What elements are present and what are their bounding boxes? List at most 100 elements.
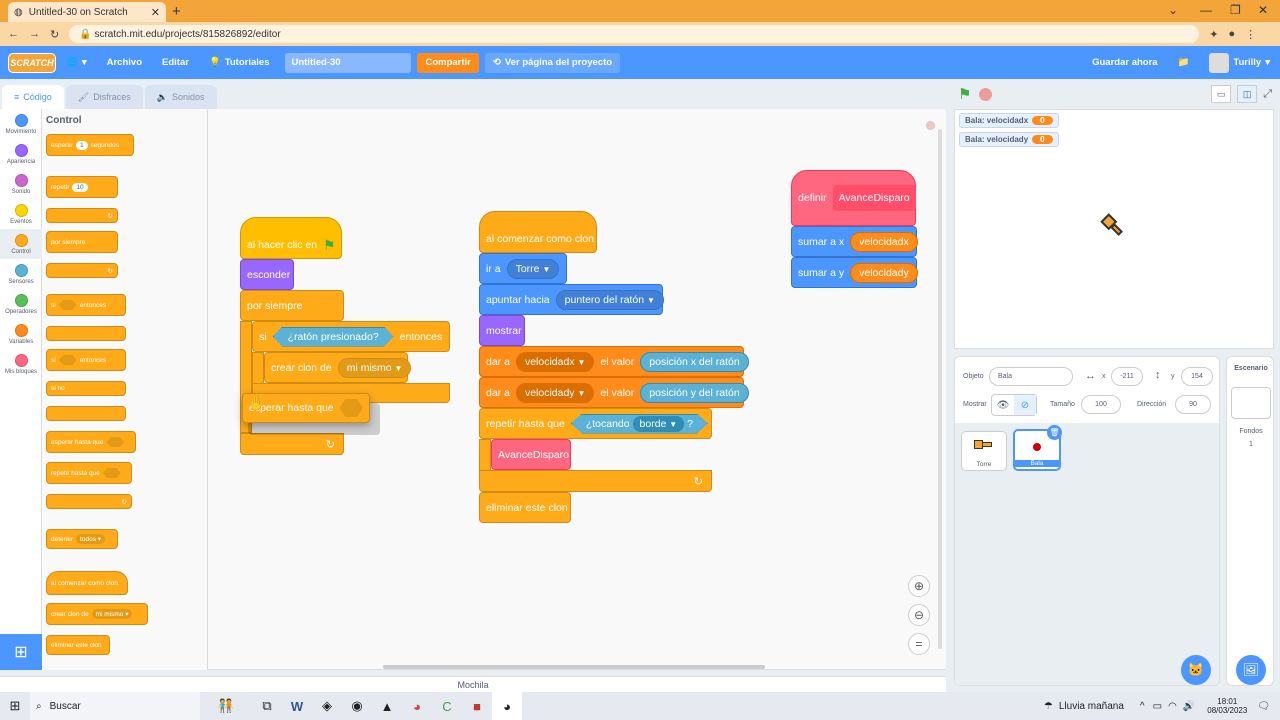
weather-widget[interactable]: ☂ Lluvia mañana [1044, 701, 1124, 712]
palette-block-wait[interactable]: esperar 1 segundos [46, 134, 134, 156]
blender-icon[interactable]: ◉ [342, 692, 372, 720]
palette-block-repeat-until[interactable]: repetir hasta que [46, 462, 132, 484]
change-x-block[interactable]: sumar a x velocidadx [791, 226, 918, 257]
set-velocidadx-block[interactable]: dar a velocidadx ▼ el valor posición x del … [479, 346, 749, 377]
share-button[interactable]: Compartir [417, 52, 479, 73]
category-sensores[interactable]: Sensores [0, 259, 42, 289]
extensions-icon[interactable]: ✦ [1209, 28, 1218, 41]
category-control[interactable]: Control [0, 229, 42, 259]
tutorials-menu[interactable]: 💡 Tutoriales [199, 57, 280, 68]
delete-sprite-icon[interactable]: 🗑 [1047, 425, 1062, 440]
cannon-sprite[interactable] [1096, 209, 1130, 243]
category-operadores[interactable]: Operadores [0, 289, 42, 319]
bool-slot[interactable] [58, 300, 77, 310]
menu-icon[interactable]: ⋮ [1245, 28, 1256, 41]
chevron-up-icon[interactable]: ^ [1140, 701, 1145, 712]
clock[interactable]: 18:01 08/03/2023 [1207, 697, 1247, 715]
green-flag-icon[interactable]: ⚑ [958, 85, 971, 103]
palette-block-if[interactable]: si entonces [46, 294, 126, 316]
wifi-icon[interactable]: ◠ [1168, 701, 1177, 712]
browser-tab[interactable]: ◍ Untitled-30 on Scratch ✕ [8, 2, 166, 22]
add-backdrop-button[interactable]: 🖼 [1236, 655, 1266, 685]
edit-menu[interactable]: Editar [152, 57, 199, 68]
y-input[interactable]: 154 [1181, 367, 1213, 386]
palette-block-if-else-end[interactable] [46, 406, 126, 421]
block-dropdown[interactable]: mi mismo ▾ [91, 609, 133, 619]
point-towards-block[interactable]: apuntar hacia puntero del ratón ▼ [479, 284, 664, 315]
tab-search-icon[interactable]: ⌄ [1168, 3, 1178, 17]
category-mis-bloques[interactable]: Mis bloques [0, 349, 42, 379]
velocidady-reporter[interactable]: velocidady [850, 262, 918, 283]
palette-block-create-clone[interactable]: crear clon de mi mismo ▾ [46, 603, 148, 625]
variable-dropdown[interactable]: velocidady ▼ [515, 382, 595, 403]
sprite-thumb-torre[interactable]: Torre [961, 431, 1007, 471]
category-eventos[interactable]: Eventos [0, 199, 42, 229]
bool-slot[interactable] [106, 437, 125, 447]
palette-block-if-end[interactable] [46, 326, 126, 341]
script-workspace[interactable]: al hacer clic en ⚑ esconder por siempre s… [208, 109, 946, 670]
windows-start-icon[interactable]: ⊞ [0, 692, 30, 720]
stage-canvas[interactable]: Bala: velocidadx 0 Bala: velocidady 0 [954, 109, 1274, 349]
close-tab-icon[interactable]: ✕ [151, 6, 160, 19]
palette-block-repeat-end[interactable]: ↻ [46, 208, 118, 223]
category-apariencia[interactable]: Apariencia [0, 139, 42, 169]
palette-block-clone-start[interactable]: al comenzar como clon [46, 571, 128, 595]
palette-block-wait-until[interactable]: esperar hasta que [46, 431, 136, 453]
vertical-scrollbar[interactable] [938, 129, 942, 649]
tab-costumes[interactable]: 🖌 Disfraces [65, 85, 143, 109]
bool-slot[interactable] [339, 399, 363, 417]
close-window-icon[interactable]: ✕ [1258, 3, 1268, 17]
camtasia-icon[interactable]: C [432, 692, 462, 720]
backpack-bar[interactable]: Mochila [0, 676, 946, 692]
add-sprite-button[interactable]: 🐱 [1181, 655, 1211, 685]
reset-zoom-button[interactable]: = [908, 633, 930, 655]
palette-block-forever[interactable]: por siempre [46, 231, 118, 253]
block-dropdown[interactable]: todos ▾ [76, 534, 106, 544]
account-menu[interactable]: Turilly ▾ [1199, 52, 1280, 73]
bool-slot[interactable] [102, 468, 121, 478]
block-input[interactable]: 1 [76, 140, 88, 150]
go-to-dropdown[interactable]: Torre ▼ [506, 258, 560, 279]
change-y-block[interactable]: sumar a y velocidady [791, 257, 918, 288]
call-avance-disparo-block[interactable]: AvanceDisparo [491, 439, 571, 470]
define-block[interactable]: definir AvanceDisparo [791, 170, 916, 226]
backdrop-thumbnail[interactable] [1231, 387, 1271, 419]
variable-dropdown[interactable]: velocidadx ▼ [515, 351, 595, 372]
palette-block-else[interactable]: si no [46, 381, 126, 396]
show-block[interactable]: mostrar [479, 315, 525, 346]
block-input[interactable]: 10 [72, 182, 88, 192]
file-menu[interactable]: Archivo [97, 57, 152, 68]
delete-clone-block[interactable]: eliminar este clon [479, 492, 571, 523]
network-icon[interactable]: ▭ [1153, 701, 1162, 712]
chrome-active-icon[interactable]: ◕ [492, 692, 522, 720]
define-block-prototype[interactable]: AvanceDisparo [832, 185, 916, 211]
category-movimiento[interactable]: Movimiento [0, 109, 42, 139]
tab-sounds[interactable]: 🔈 Sonidos [144, 85, 217, 109]
url-field[interactable]: 🔒 scratch.mit.edu/projects/815826892/edi… [69, 25, 1200, 43]
stop-icon[interactable] [979, 87, 993, 101]
repeat-until-block[interactable]: repetir hasta que ¿tocando borde ▼ ? [479, 408, 712, 439]
palette-block-stop[interactable]: detener todos ▾ [46, 529, 118, 549]
notifications-icon[interactable]: 🗨 [1257, 701, 1270, 712]
language-menu[interactable]: 🌐 ▾ [56, 57, 97, 68]
mouse-down-sensing[interactable]: ¿ratón presionado? [272, 326, 394, 347]
touching-dropdown[interactable]: borde ▼ [632, 415, 685, 432]
mouse-x-reporter[interactable]: posición x del ratón [640, 351, 749, 372]
forever-block[interactable]: por siempre [240, 290, 344, 321]
palette-block-forever-end[interactable]: ↻ [46, 263, 118, 278]
zoom-out-button[interactable]: ⊖ [908, 604, 930, 626]
new-tab-icon[interactable]: + [172, 3, 181, 20]
set-velocidady-block[interactable]: dar a velocidady ▼ el valor posición y del … [479, 377, 749, 408]
eye-hidden-icon[interactable]: ⊘ [1014, 395, 1036, 415]
tab-code[interactable]: ≡ Código [2, 85, 64, 109]
volume-icon[interactable]: 🔊 [1183, 701, 1195, 712]
category-sonido[interactable]: Sonido [0, 169, 42, 199]
hat-clone-start-block[interactable]: al comenzar como clon [479, 211, 597, 253]
maximize-icon[interactable]: ❐ [1230, 3, 1241, 17]
create-clone-block[interactable]: crear clon de mi mismo ▼ [264, 352, 412, 383]
small-stage-icon[interactable]: ▭ [1211, 85, 1232, 103]
profile-icon[interactable]: ● [1228, 28, 1235, 40]
chrome-icon[interactable]: ◕ [402, 692, 432, 720]
reload-icon[interactable]: ↻ [50, 28, 59, 41]
fullscreen-icon[interactable]: ⤢ [1263, 88, 1272, 101]
